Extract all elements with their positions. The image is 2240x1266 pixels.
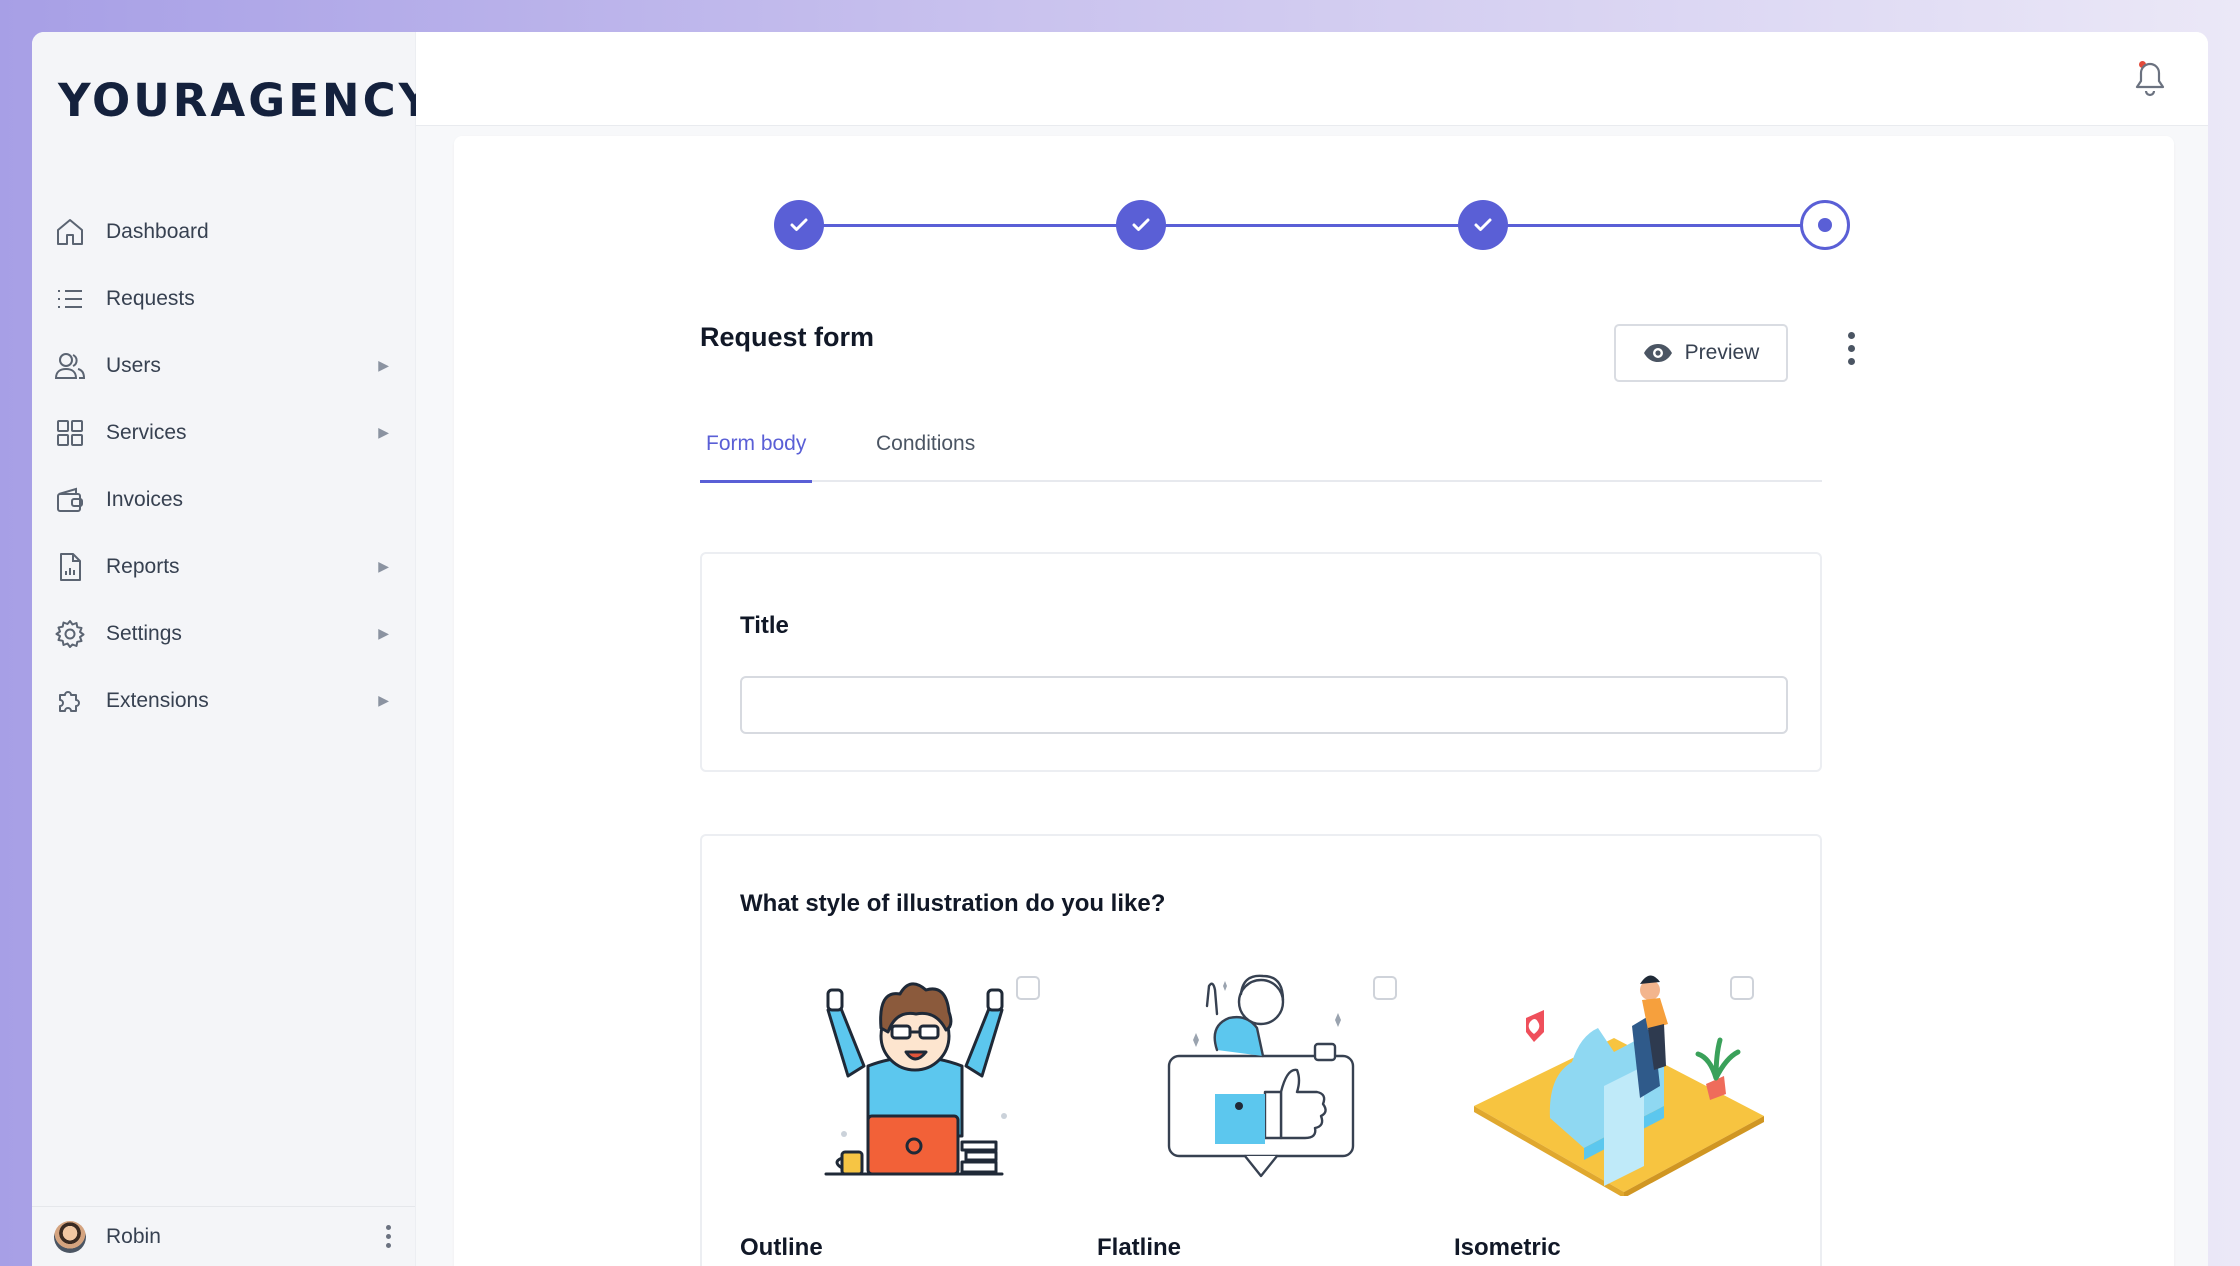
title-field-label: Title: [740, 612, 789, 639]
eye-icon: [1643, 344, 1672, 362]
option-flatline[interactable]: Flatline: [1097, 966, 1455, 1266]
check-icon: [790, 218, 808, 231]
option-isometric[interactable]: Isometric: [1454, 966, 1812, 1266]
sidebar-item-reports[interactable]: Reports ▶: [32, 533, 415, 600]
list-icon: [54, 283, 86, 315]
outline-checkbox[interactable]: [1016, 976, 1040, 1000]
option-label: Isometric: [1454, 1234, 1561, 1261]
sidebar-item-label: Extensions: [106, 688, 209, 712]
chevron-right-icon: ▶: [378, 692, 389, 708]
flatline-checkbox[interactable]: [1373, 976, 1397, 1000]
sidebar-item-label: Invoices: [106, 487, 184, 511]
preview-button[interactable]: Preview: [1614, 324, 1788, 382]
sidebar-item-settings[interactable]: Settings ▶: [32, 600, 415, 667]
sidebar-item-extensions[interactable]: Extensions ▶: [32, 667, 415, 734]
sidebar-item-requests[interactable]: Requests: [32, 265, 415, 332]
report-icon: [54, 551, 86, 583]
tab-form-body[interactable]: Form body: [700, 432, 813, 483]
home-icon: [54, 216, 86, 248]
chevron-right-icon: ▶: [378, 558, 389, 574]
chevron-right-icon: ▶: [378, 357, 389, 373]
chevron-right-icon: ▶: [378, 625, 389, 641]
title-field-section: Title: [700, 552, 1822, 772]
isometric-illustration: [1474, 975, 1764, 1196]
option-outline[interactable]: Outline: [740, 966, 1098, 1266]
user-name: Robin: [106, 1224, 161, 1248]
illustration-question-section: What style of illustration do you like?: [700, 834, 1822, 1266]
form-tabs: Form body Conditions: [700, 422, 1822, 483]
check-icon: [1132, 218, 1150, 231]
avatar: [54, 1220, 86, 1253]
question-title: What style of illustration do you like?: [740, 890, 1166, 917]
app-window: YOURAGENCY Dashboard Requests Users ▶ Se…: [32, 32, 2208, 1266]
gear-icon: [54, 618, 86, 650]
option-label: Outline: [740, 1234, 823, 1261]
check-icon: [1474, 218, 1492, 231]
step-2-complete[interactable]: [1116, 200, 1166, 250]
isometric-checkbox[interactable]: [1730, 976, 1754, 1000]
step-3-complete[interactable]: [1458, 200, 1508, 250]
option-label: Flatline: [1097, 1234, 1182, 1261]
preview-label: Preview: [1684, 341, 1760, 364]
sidebar-item-label: Reports: [106, 554, 180, 578]
wallet-icon: [54, 484, 86, 516]
sidebar-item-users[interactable]: Users ▶: [32, 332, 415, 399]
sidebar: YOURAGENCY Dashboard Requests Users ▶ Se…: [32, 32, 431, 1266]
title-input[interactable]: [740, 676, 1788, 734]
user-menu[interactable]: Robin: [32, 1206, 415, 1266]
sidebar-item-label: Services: [106, 420, 187, 444]
outline-illustration: [824, 982, 1007, 1176]
sidebar-item-invoices[interactable]: Invoices: [32, 466, 415, 533]
sidebar-item-label: Requests: [106, 286, 195, 310]
brand-logo[interactable]: YOURAGENCY: [58, 74, 434, 127]
tab-conditions[interactable]: Conditions: [876, 432, 975, 480]
sidebar-item-label: Users: [106, 353, 161, 377]
sidebar-nav: Dashboard Requests Users ▶ Services ▶ In…: [32, 198, 415, 734]
chevron-right-icon: ▶: [378, 424, 389, 440]
sidebar-item-label: Settings: [106, 621, 182, 645]
stepper: [774, 200, 1850, 250]
sidebar-item-dashboard[interactable]: Dashboard: [32, 198, 415, 265]
main-content: Request form Preview Form body Condition…: [416, 32, 2208, 1266]
more-vertical-icon[interactable]: [1848, 332, 1855, 365]
topbar: [416, 32, 2208, 126]
stepper-track: [799, 224, 1805, 227]
bell-icon[interactable]: [2132, 60, 2168, 98]
step-4-current[interactable]: [1800, 200, 1850, 250]
sidebar-item-services[interactable]: Services ▶: [32, 399, 415, 466]
sidebar-item-label: Dashboard: [106, 219, 209, 243]
flatline-illustration: [1167, 974, 1355, 1178]
step-1-complete[interactable]: [774, 200, 824, 250]
users-icon: [54, 350, 86, 382]
request-form-card: Request form Preview Form body Condition…: [454, 136, 2174, 1266]
more-vertical-icon[interactable]: [383, 1225, 393, 1248]
puzzle-icon: [54, 685, 86, 717]
page-title: Request form: [700, 322, 875, 352]
grid-icon: [54, 417, 86, 449]
